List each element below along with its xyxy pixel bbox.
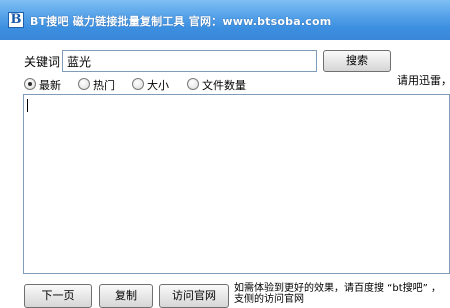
sort-latest-radio[interactable] [24,78,36,90]
text-caret [27,99,28,112]
sort-size-radio[interactable] [132,78,144,90]
window-title: BT搜吧 磁力链接批量复制工具 官网：www.btsoba.com [30,15,332,28]
app-icon: B [8,12,24,28]
sort-latest-label[interactable]: 最新 [39,77,61,93]
hint-text: 请用迅雷， [397,74,450,87]
sort-size-label[interactable]: 大小 [147,77,169,93]
keyword-input[interactable] [62,50,317,72]
sort-popular-label[interactable]: 热门 [93,77,115,93]
keyword-label: 关键词 [24,55,61,69]
visit-site-button[interactable]: 访问官网 [159,284,229,308]
title-bar[interactable]: B BT搜吧 磁力链接批量复制工具 官网：www.btsoba.com [0,0,450,40]
sort-popular-radio[interactable] [78,78,90,90]
next-page-button[interactable]: 下一页 [24,284,92,308]
copy-button[interactable]: 复制 [99,284,153,308]
search-button[interactable]: 搜索 [323,50,391,72]
sort-filecount-radio[interactable] [187,78,199,90]
sort-filecount-label[interactable]: 文件数量 [202,77,246,93]
footer-note: 如需体验到更好的效果，请百度搜 “bt搜吧” ，支侧的访问官网 [234,283,441,305]
results-textarea[interactable] [23,94,450,274]
